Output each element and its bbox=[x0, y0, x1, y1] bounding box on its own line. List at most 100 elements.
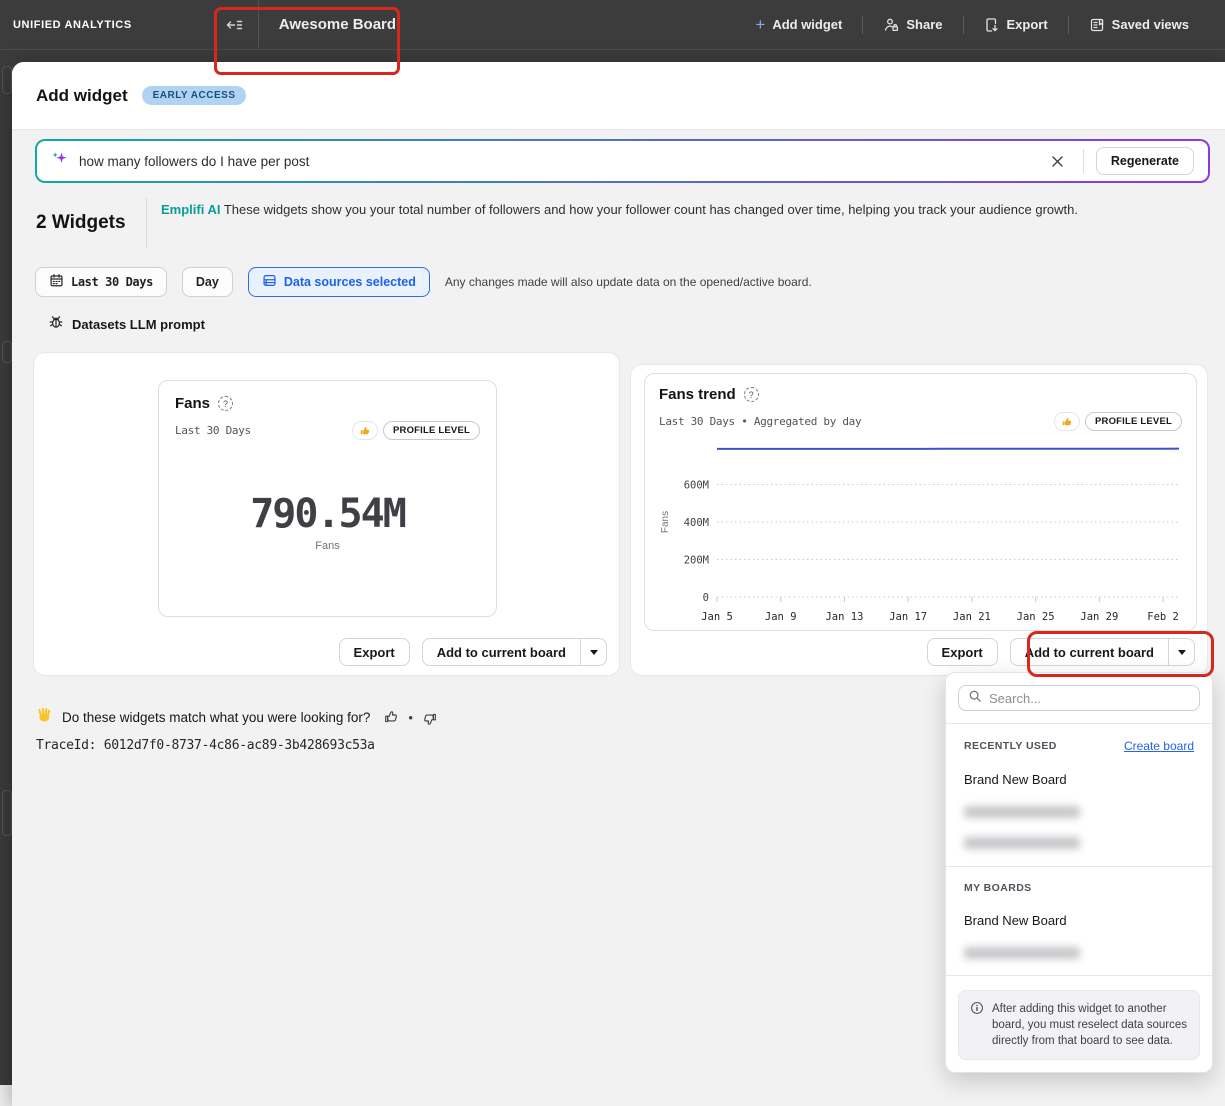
fans-trend-widget-card: Fans trend ? Last 30 Days • Aggregated b… bbox=[630, 364, 1208, 676]
modal-bottom-left-patch bbox=[0, 1085, 12, 1106]
plus-icon: + bbox=[755, 16, 765, 33]
svg-text:Jan 13: Jan 13 bbox=[825, 611, 863, 623]
board-picker-caret[interactable] bbox=[1168, 639, 1194, 665]
data-sources-icon bbox=[262, 273, 277, 291]
results-summary: 2 Widgets Emplifi AI These widgets show … bbox=[36, 198, 1078, 248]
profile-level-badge: PROFILE LEVEL bbox=[1085, 412, 1182, 431]
svg-text:Fans: Fans bbox=[660, 511, 671, 533]
fans-kpi-preview: Fans ? Last 30 Days PROFILE LEVEL 790.54… bbox=[158, 380, 497, 617]
regenerate-button[interactable]: Regenerate bbox=[1096, 147, 1194, 175]
topbar-actions: + Add widget Share Exp bbox=[735, 16, 1225, 34]
thumbs-down-button[interactable] bbox=[422, 711, 438, 727]
fans-kpi-caption: Fans bbox=[315, 540, 339, 552]
topbar-divider bbox=[258, 0, 259, 50]
help-icon[interactable]: ? bbox=[744, 387, 759, 402]
feedback-question: Do these widgets match what you were loo… bbox=[62, 710, 370, 725]
ai-description: These widgets show you your total number… bbox=[224, 202, 1078, 217]
ai-prompt-input[interactable]: how many followers do I have per post Re… bbox=[35, 139, 1210, 183]
blurred-board-name bbox=[964, 806, 1080, 818]
add-to-board-split-button: Add to current board bbox=[1010, 638, 1195, 666]
widget-subtitle: Last 30 Days • Aggregated by day bbox=[659, 415, 861, 428]
add-to-current-board-button[interactable]: Add to current board bbox=[1011, 639, 1168, 665]
fans-kpi-value: 790.54M bbox=[250, 491, 405, 537]
bug-icon bbox=[48, 314, 64, 335]
share-person-icon bbox=[883, 17, 899, 33]
svg-text:Feb 2: Feb 2 bbox=[1147, 611, 1179, 623]
thumb-up-badge[interactable] bbox=[352, 421, 378, 440]
product-name: UNIFIED ANALYTICS bbox=[13, 19, 132, 31]
saved-views-button[interactable]: Saved views bbox=[1069, 17, 1209, 33]
add-to-current-board-button[interactable]: Add to current board bbox=[423, 639, 580, 665]
background-ui-sliver bbox=[2, 66, 12, 94]
feedback-row: Do these widgets match what you were loo… bbox=[36, 706, 438, 728]
svg-text:400M: 400M bbox=[684, 517, 709, 529]
svg-text:Jan 5: Jan 5 bbox=[701, 611, 733, 623]
search-icon bbox=[968, 689, 982, 708]
widget-subtitle: Last 30 Days bbox=[175, 424, 251, 437]
chevron-down-icon bbox=[590, 650, 598, 655]
board-picker-caret[interactable] bbox=[580, 639, 606, 665]
modal-title: Add widget bbox=[36, 86, 128, 106]
share-button[interactable]: Share bbox=[863, 17, 962, 33]
my-boards-header: MY BOARDS bbox=[964, 882, 1032, 894]
datasets-llm-prompt[interactable]: Datasets LLM prompt bbox=[48, 314, 205, 335]
svg-text:0: 0 bbox=[703, 592, 709, 604]
export-widget-button[interactable]: Export bbox=[927, 638, 998, 666]
granularity-chip[interactable]: Day bbox=[182, 267, 233, 297]
svg-text:Jan 17: Jan 17 bbox=[889, 611, 927, 623]
board-list-item-blurred[interactable] bbox=[958, 806, 1200, 818]
background-ui-sliver bbox=[2, 790, 12, 836]
modal-header: Add widget EARLY ACCESS bbox=[12, 62, 1225, 130]
board-search-box[interactable] bbox=[958, 685, 1200, 711]
data-sources-chip[interactable]: Data sources selected bbox=[248, 267, 430, 297]
add-widget-button[interactable]: + Add widget bbox=[735, 16, 862, 33]
thumb-up-badge[interactable] bbox=[1054, 412, 1080, 431]
board-search-input[interactable] bbox=[989, 691, 1190, 706]
recently-used-header: RECENTLY USED bbox=[964, 740, 1057, 752]
trace-id: TraceId: 6012d7f0-8737-4c86-ac89-3b42869… bbox=[36, 738, 375, 753]
board-list-item-blurred[interactable] bbox=[958, 947, 1200, 959]
svg-text:Jan 25: Jan 25 bbox=[1017, 611, 1055, 623]
saved-views-icon bbox=[1089, 17, 1105, 33]
add-to-board-split-button: Add to current board bbox=[422, 638, 607, 666]
thumbs-up-button[interactable] bbox=[383, 709, 399, 725]
feedback-separator: • bbox=[408, 710, 413, 725]
background-ui-sliver bbox=[2, 341, 12, 363]
calendar-icon bbox=[49, 273, 64, 291]
svg-text:200M: 200M bbox=[684, 554, 709, 566]
svg-text:600M: 600M bbox=[684, 479, 709, 491]
fans-widget-card: Fans ? Last 30 Days PROFILE LEVEL 790.54… bbox=[33, 352, 620, 676]
clear-prompt-icon[interactable] bbox=[1045, 148, 1071, 174]
top-bar: UNIFIED ANALYTICS Awesome Board + Add wi… bbox=[0, 0, 1225, 50]
filters-row: Last 30 Days Day Data sources selected A… bbox=[35, 267, 812, 297]
profile-level-badge: PROFILE LEVEL bbox=[383, 421, 480, 440]
widgets-count: 2 Widgets bbox=[36, 198, 146, 248]
waving-hand-icon bbox=[36, 706, 53, 728]
svg-text:Jan 21: Jan 21 bbox=[953, 611, 991, 623]
widget-title: Fans bbox=[175, 395, 210, 412]
blurred-board-name bbox=[964, 947, 1080, 959]
collapse-sidebar-icon[interactable] bbox=[224, 14, 246, 36]
svg-text:Jan 29: Jan 29 bbox=[1080, 611, 1118, 623]
board-list-item[interactable]: Brand New Board bbox=[958, 913, 1200, 928]
board-list-item[interactable]: Brand New Board bbox=[958, 772, 1200, 787]
export-document-icon bbox=[984, 17, 1000, 33]
blurred-board-name bbox=[964, 837, 1080, 849]
fans-trend-chart-container: 0200M400M600MJan 5Jan 9Jan 13Jan 17Jan 2… bbox=[659, 435, 1182, 627]
emplifi-ai-label: Emplifi AI bbox=[161, 202, 220, 217]
board-picker-dropdown: RECENTLY USED Create board Brand New Boa… bbox=[945, 672, 1213, 1073]
filters-note: Any changes made will also update data o… bbox=[445, 275, 812, 289]
info-icon bbox=[970, 1001, 984, 1049]
prompt-text[interactable]: how many followers do I have per post bbox=[79, 154, 1045, 169]
board-list-item-blurred[interactable] bbox=[958, 837, 1200, 849]
date-range-chip[interactable]: Last 30 Days bbox=[35, 267, 167, 297]
create-board-link[interactable]: Create board bbox=[1124, 739, 1194, 753]
chevron-down-icon bbox=[1178, 650, 1186, 655]
early-access-badge: EARLY ACCESS bbox=[142, 86, 247, 105]
fans-trend-chart: 0200M400M600MJan 5Jan 9Jan 13Jan 17Jan 2… bbox=[659, 435, 1185, 627]
help-icon[interactable]: ? bbox=[218, 396, 233, 411]
board-title[interactable]: Awesome Board bbox=[279, 16, 396, 33]
export-button[interactable]: Export bbox=[964, 17, 1068, 33]
export-widget-button[interactable]: Export bbox=[339, 638, 410, 666]
widget-title: Fans trend bbox=[659, 386, 736, 403]
